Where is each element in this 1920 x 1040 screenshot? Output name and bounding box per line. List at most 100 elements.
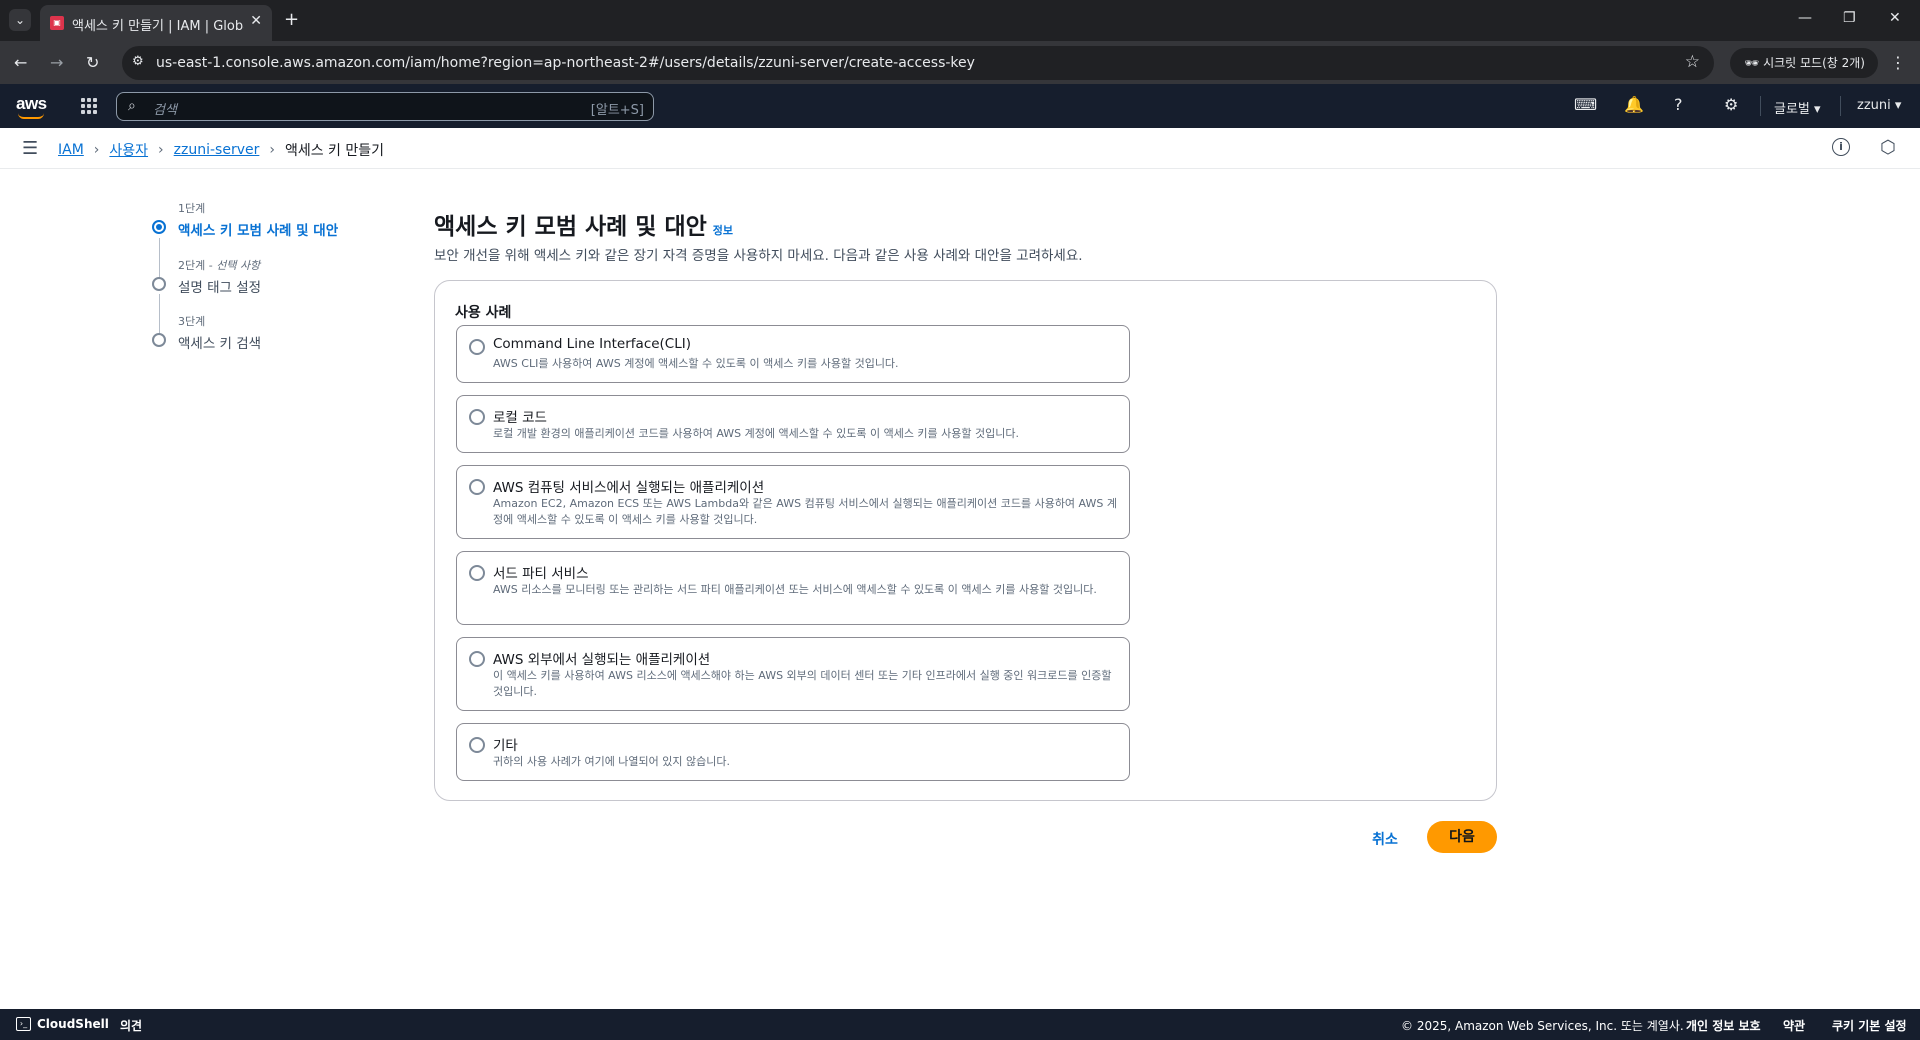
chevron-right-icon: › [269, 142, 275, 158]
side-nav-menu-icon[interactable]: ☰ [22, 138, 38, 159]
step-connector [159, 294, 160, 334]
account-menu[interactable]: zzuni ▾ [1857, 98, 1901, 113]
search-shortcut-hint: [알트+S] [590, 103, 644, 118]
step-3-number: 3단계 [178, 315, 206, 328]
option-title: 서드 파티 서비스 [493, 566, 589, 582]
radio-button[interactable] [469, 565, 485, 581]
search-placeholder: 검색 [153, 103, 177, 118]
step-1-number: 1단계 [178, 202, 206, 215]
incognito-label: 시크릿 모드(창 2개) [1763, 56, 1865, 70]
step-2-indicator [152, 277, 166, 291]
page-title: 액세스 키 모범 사례 및 대안 정보 [434, 207, 733, 241]
option-description: 귀하의 사용 사례가 여기에 나열되어 있지 않습니다. [493, 755, 730, 768]
site-settings-icon[interactable]: ⚙ [132, 54, 144, 69]
copyright-text: © 2025, Amazon Web Services, Inc. 또는 계열사… [1401, 1019, 1684, 1033]
breadcrumb-users[interactable]: 사용자 [109, 140, 148, 160]
feedback-link[interactable]: 의견 [120, 1017, 142, 1034]
use-case-option-cli[interactable]: Command Line Interface(CLI) AWS CLI를 사용하… [456, 325, 1130, 383]
region-selector[interactable]: 글로벌 ▾ [1774, 98, 1821, 117]
browser-menu-icon[interactable]: ⋮ [1890, 53, 1906, 72]
url-field[interactable]: ⚙ us-east-1.console.aws.amazon.com/iam/h… [122, 46, 1714, 80]
nav-divider [1760, 96, 1761, 116]
radio-button[interactable] [469, 409, 485, 425]
breadcrumb-bar: ☰ IAM › 사용자 › zzuni-server › 액세스 키 만들기 i… [0, 128, 1920, 169]
new-tab-plus-icon[interactable]: + [284, 9, 299, 30]
console-search-input[interactable]: ⌕ 검색 [알트+S] [116, 92, 654, 121]
chevron-right-icon: › [93, 142, 100, 158]
radio-button[interactable] [469, 339, 485, 355]
radio-button[interactable] [469, 737, 485, 753]
notifications-bell-icon[interactable]: 🔔 [1624, 95, 1644, 114]
use-case-container: 사용 사례 Command Line Interface(CLI) AWS CL… [434, 280, 1497, 801]
option-title: AWS 컴퓨팅 서비스에서 실행되는 애플리케이션 [493, 480, 765, 496]
step-3-indicator [152, 333, 166, 347]
cloudshell-terminal-icon[interactable]: ⌨ [1574, 95, 1597, 114]
option-description: Amazon EC2, Amazon ECS 또는 AWS Lambda와 같은… [493, 497, 1117, 526]
option-title: 기타 [493, 738, 518, 754]
browser-tab[interactable]: ▣ 액세스 키 만들기 | IAM | Global ✕ [40, 5, 272, 41]
back-arrow-icon[interactable]: ← [14, 53, 27, 72]
option-title: Command Line Interface(CLI) [493, 336, 692, 352]
step-1-indicator [152, 220, 166, 234]
step-2-number: 2단계 - [178, 259, 217, 272]
use-case-heading: 사용 사례 [455, 305, 512, 321]
amazon-q-hexagon-icon[interactable]: ⬡ [1880, 137, 1896, 158]
use-case-option-third-party[interactable]: 서드 파티 서비스 AWS 리소스를 모니터링 또는 관리하는 서드 파티 애플… [456, 551, 1130, 625]
step-3: 3단계 액세스 키 검색 [178, 313, 261, 352]
help-question-icon[interactable]: ? [1674, 95, 1683, 114]
window-close-icon[interactable]: ✕ [1889, 10, 1901, 26]
iam-favicon-icon: ▣ [50, 16, 64, 30]
url-text: us-east-1.console.aws.amazon.com/iam/hom… [156, 55, 975, 71]
cloudshell-link[interactable]: CloudShell [37, 1017, 109, 1031]
tab-close-icon[interactable]: ✕ [250, 13, 262, 29]
radio-button[interactable] [469, 479, 485, 495]
step-2: 2단계 - 선택 사항 설명 태그 설정 [178, 257, 261, 296]
cancel-button[interactable]: 취소 [1360, 824, 1410, 856]
aws-logo-smile-icon [18, 113, 44, 119]
tab-search-chevron-icon[interactable]: ⌄ [9, 9, 31, 31]
use-case-option-outside-aws[interactable]: AWS 외부에서 실행되는 애플리케이션 이 액세스 키를 사용하여 AWS 리… [456, 637, 1130, 711]
use-case-option-local-code[interactable]: 로컬 코드 로컬 개발 환경의 애플리케이션 코드를 사용하여 AWS 계정에 … [456, 395, 1130, 453]
step-1: 1단계 액세스 키 모범 사례 및 대안 [178, 200, 338, 239]
cloudshell-icon[interactable]: ›_ [16, 1017, 31, 1031]
aws-logo[interactable]: aws [16, 94, 47, 114]
next-button[interactable]: 다음 [1427, 821, 1497, 853]
option-description: AWS CLI를 사용하여 AWS 계정에 액세스할 수 있도록 이 액세스 키… [493, 357, 899, 370]
settings-gear-icon[interactable]: ⚙ [1724, 95, 1738, 114]
nav-divider [1840, 96, 1841, 116]
step-3-label: 액세스 키 검색 [178, 336, 262, 352]
incognito-badge[interactable]: 🕶 시크릿 모드(창 2개) [1730, 48, 1878, 78]
breadcrumb: IAM › 사용자 › zzuni-server › 액세스 키 만들기 [58, 140, 384, 160]
terms-link[interactable]: 약관 [1783, 1017, 1805, 1034]
forward-arrow-icon[interactable]: → [50, 53, 63, 72]
use-case-option-other[interactable]: 기타 귀하의 사용 사례가 여기에 나열되어 있지 않습니다. [456, 723, 1130, 781]
aws-top-nav: aws ⌕ 검색 [알트+S] ⌨ 🔔 ? ⚙ 글로벌 ▾ zzuni ▾ [0, 84, 1920, 128]
page-description: 보안 개선을 위해 액세스 키와 같은 장기 자격 증명을 사용하지 마세요. … [434, 248, 1083, 264]
chevron-right-icon: › [158, 142, 164, 158]
option-title: AWS 외부에서 실행되는 애플리케이션 [493, 652, 711, 668]
services-grid-icon[interactable] [81, 98, 97, 114]
step-1-label: 액세스 키 모범 사례 및 대안 [178, 223, 339, 239]
breadcrumb-current: 액세스 키 만들기 [284, 143, 385, 159]
info-panel-icon[interactable]: i [1832, 138, 1850, 156]
incognito-icon: 🕶 [1744, 56, 1760, 70]
breadcrumb-user-zzuni-server[interactable]: zzuni-server [174, 142, 260, 158]
option-title: 로컬 코드 [493, 410, 547, 426]
restore-icon[interactable]: ❐ [1843, 10, 1856, 26]
reload-icon[interactable]: ↻ [86, 53, 99, 72]
breadcrumb-iam[interactable]: IAM [58, 142, 84, 158]
minimize-icon[interactable]: — [1798, 10, 1812, 26]
step-2-optional: 선택 사항 [216, 259, 261, 272]
option-description: AWS 리소스를 모니터링 또는 관리하는 서드 파티 애플리케이션 또는 서비… [493, 583, 1097, 596]
option-description: 이 액세스 키를 사용하여 AWS 리소스에 액세스해야 하는 AWS 외부의 … [493, 669, 1112, 698]
cookie-preferences-link[interactable]: 쿠키 기본 설정 [1832, 1017, 1907, 1034]
bookmark-star-icon[interactable]: ☆ [1685, 52, 1700, 72]
option-description: 로컬 개발 환경의 애플리케이션 코드를 사용하여 AWS 계정에 액세스할 수… [493, 427, 1020, 440]
step-2-label: 설명 태그 설정 [178, 280, 262, 296]
info-link[interactable]: 정보 [713, 224, 733, 237]
browser-address-bar: ← → ↻ ⚙ us-east-1.console.aws.amazon.com… [0, 41, 1920, 84]
radio-button[interactable] [469, 651, 485, 667]
privacy-link[interactable]: 개인 정보 보호 [1686, 1017, 1761, 1034]
use-case-option-aws-compute[interactable]: AWS 컴퓨팅 서비스에서 실행되는 애플리케이션 Amazon EC2, Am… [456, 465, 1130, 539]
console-footer: ›_ CloudShell 의견 © 2025, Amazon Web Serv… [0, 1009, 1920, 1040]
